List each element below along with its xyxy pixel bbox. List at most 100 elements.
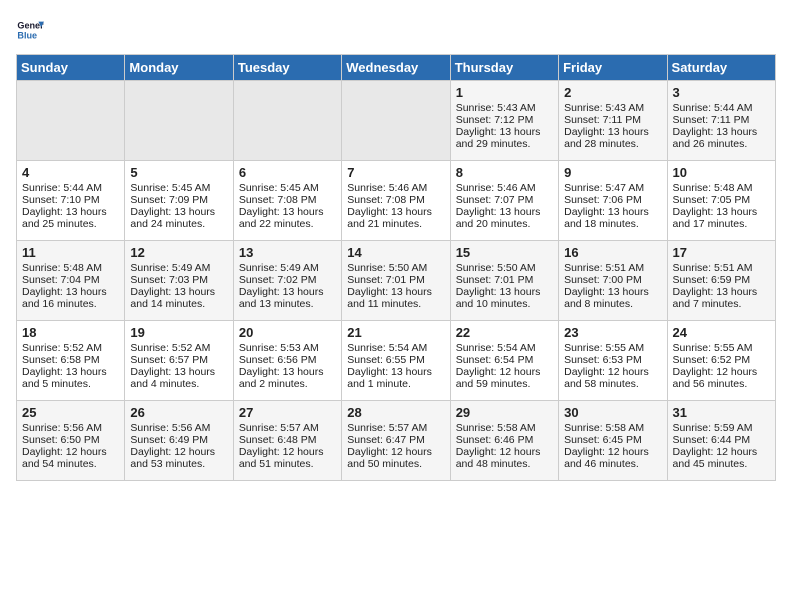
cell-detail: and 14 minutes. xyxy=(130,298,227,310)
page-header: General Blue xyxy=(16,16,776,44)
cell-detail: Sunrise: 5:45 AM xyxy=(130,182,227,194)
cell-detail: Sunrise: 5:51 AM xyxy=(564,262,661,274)
weekday-header-thursday: Thursday xyxy=(450,55,558,81)
cell-detail: Daylight: 13 hours xyxy=(673,206,770,218)
calendar-cell: 12Sunrise: 5:49 AMSunset: 7:03 PMDayligh… xyxy=(125,241,233,321)
weekday-header-friday: Friday xyxy=(559,55,667,81)
cell-detail: and 5 minutes. xyxy=(22,378,119,390)
day-number: 15 xyxy=(456,245,553,260)
day-number: 8 xyxy=(456,165,553,180)
cell-detail: Sunset: 7:08 PM xyxy=(239,194,336,206)
cell-detail: Sunset: 6:53 PM xyxy=(564,354,661,366)
calendar-cell: 20Sunrise: 5:53 AMSunset: 6:56 PMDayligh… xyxy=(233,321,341,401)
cell-detail: Sunset: 7:10 PM xyxy=(22,194,119,206)
cell-detail: Sunrise: 5:43 AM xyxy=(564,102,661,114)
cell-detail: Daylight: 13 hours xyxy=(22,286,119,298)
calendar-cell: 29Sunrise: 5:58 AMSunset: 6:46 PMDayligh… xyxy=(450,401,558,481)
day-number: 11 xyxy=(22,245,119,260)
calendar-cell: 28Sunrise: 5:57 AMSunset: 6:47 PMDayligh… xyxy=(342,401,450,481)
cell-detail: Sunset: 6:49 PM xyxy=(130,434,227,446)
weekday-header-monday: Monday xyxy=(125,55,233,81)
cell-detail: and 50 minutes. xyxy=(347,458,444,470)
cell-detail: Sunrise: 5:54 AM xyxy=(456,342,553,354)
cell-detail: Daylight: 12 hours xyxy=(456,446,553,458)
calendar-cell: 3Sunrise: 5:44 AMSunset: 7:11 PMDaylight… xyxy=(667,81,775,161)
cell-detail: Sunrise: 5:49 AM xyxy=(130,262,227,274)
cell-detail: Sunset: 6:44 PM xyxy=(673,434,770,446)
cell-detail: Sunrise: 5:57 AM xyxy=(347,422,444,434)
day-number: 20 xyxy=(239,325,336,340)
weekday-header-tuesday: Tuesday xyxy=(233,55,341,81)
cell-detail: Sunrise: 5:57 AM xyxy=(239,422,336,434)
calendar-cell: 6Sunrise: 5:45 AMSunset: 7:08 PMDaylight… xyxy=(233,161,341,241)
cell-detail: Sunrise: 5:56 AM xyxy=(130,422,227,434)
cell-detail: and 8 minutes. xyxy=(564,298,661,310)
calendar-cell: 18Sunrise: 5:52 AMSunset: 6:58 PMDayligh… xyxy=(17,321,125,401)
cell-detail: Daylight: 13 hours xyxy=(22,366,119,378)
calendar-cell: 27Sunrise: 5:57 AMSunset: 6:48 PMDayligh… xyxy=(233,401,341,481)
cell-detail: and 54 minutes. xyxy=(22,458,119,470)
calendar-cell xyxy=(342,81,450,161)
cell-detail: and 59 minutes. xyxy=(456,378,553,390)
cell-detail: Sunrise: 5:58 AM xyxy=(456,422,553,434)
week-row-4: 18Sunrise: 5:52 AMSunset: 6:58 PMDayligh… xyxy=(17,321,776,401)
day-number: 6 xyxy=(239,165,336,180)
cell-detail: Daylight: 13 hours xyxy=(564,286,661,298)
calendar-cell xyxy=(125,81,233,161)
day-number: 24 xyxy=(673,325,770,340)
cell-detail: Sunrise: 5:48 AM xyxy=(22,262,119,274)
calendar-cell: 9Sunrise: 5:47 AMSunset: 7:06 PMDaylight… xyxy=(559,161,667,241)
cell-detail: Sunset: 7:07 PM xyxy=(456,194,553,206)
calendar-cell: 14Sunrise: 5:50 AMSunset: 7:01 PMDayligh… xyxy=(342,241,450,321)
cell-detail: and 16 minutes. xyxy=(22,298,119,310)
day-number: 10 xyxy=(673,165,770,180)
cell-detail: and 22 minutes. xyxy=(239,218,336,230)
day-number: 18 xyxy=(22,325,119,340)
cell-detail: and 53 minutes. xyxy=(130,458,227,470)
cell-detail: Sunset: 7:04 PM xyxy=(22,274,119,286)
cell-detail: Sunrise: 5:54 AM xyxy=(347,342,444,354)
cell-detail: and 13 minutes. xyxy=(239,298,336,310)
cell-detail: Sunset: 7:02 PM xyxy=(239,274,336,286)
calendar-cell: 15Sunrise: 5:50 AMSunset: 7:01 PMDayligh… xyxy=(450,241,558,321)
day-number: 16 xyxy=(564,245,661,260)
calendar-table: SundayMondayTuesdayWednesdayThursdayFrid… xyxy=(16,54,776,481)
cell-detail: Sunrise: 5:44 AM xyxy=(673,102,770,114)
cell-detail: Sunrise: 5:55 AM xyxy=(564,342,661,354)
cell-detail: Sunset: 6:54 PM xyxy=(456,354,553,366)
cell-detail: Sunset: 7:05 PM xyxy=(673,194,770,206)
day-number: 30 xyxy=(564,405,661,420)
cell-detail: Sunrise: 5:51 AM xyxy=(673,262,770,274)
cell-detail: Daylight: 13 hours xyxy=(456,206,553,218)
calendar-cell: 19Sunrise: 5:52 AMSunset: 6:57 PMDayligh… xyxy=(125,321,233,401)
cell-detail: Daylight: 13 hours xyxy=(673,286,770,298)
day-number: 19 xyxy=(130,325,227,340)
cell-detail: and 28 minutes. xyxy=(564,138,661,150)
cell-detail: Daylight: 12 hours xyxy=(673,446,770,458)
cell-detail: Sunset: 6:45 PM xyxy=(564,434,661,446)
day-number: 25 xyxy=(22,405,119,420)
day-number: 23 xyxy=(564,325,661,340)
cell-detail: Daylight: 12 hours xyxy=(347,446,444,458)
calendar-cell: 24Sunrise: 5:55 AMSunset: 6:52 PMDayligh… xyxy=(667,321,775,401)
cell-detail: Sunset: 7:08 PM xyxy=(347,194,444,206)
calendar-cell: 31Sunrise: 5:59 AMSunset: 6:44 PMDayligh… xyxy=(667,401,775,481)
cell-detail: Sunrise: 5:48 AM xyxy=(673,182,770,194)
svg-text:Blue: Blue xyxy=(17,30,37,40)
cell-detail: Sunset: 6:46 PM xyxy=(456,434,553,446)
cell-detail: Daylight: 13 hours xyxy=(22,206,119,218)
cell-detail: Daylight: 12 hours xyxy=(239,446,336,458)
cell-detail: Daylight: 13 hours xyxy=(456,126,553,138)
calendar-cell: 10 Sunrise: 5:48 AMSunset: 7:05 PMDayligh… xyxy=(667,161,775,241)
cell-detail: Daylight: 13 hours xyxy=(239,366,336,378)
cell-detail: Sunrise: 5:56 AM xyxy=(22,422,119,434)
calendar-cell: 4Sunrise: 5:44 AMSunset: 7:10 PMDaylight… xyxy=(17,161,125,241)
cell-detail: Sunset: 6:47 PM xyxy=(347,434,444,446)
cell-detail: and 24 minutes. xyxy=(130,218,227,230)
cell-detail: Daylight: 12 hours xyxy=(456,366,553,378)
cell-detail: Sunrise: 5:53 AM xyxy=(239,342,336,354)
day-number: 27 xyxy=(239,405,336,420)
calendar-cell: 8Sunrise: 5:46 AMSunset: 7:07 PMDaylight… xyxy=(450,161,558,241)
cell-detail: and 4 minutes. xyxy=(130,378,227,390)
cell-detail: Daylight: 13 hours xyxy=(239,286,336,298)
